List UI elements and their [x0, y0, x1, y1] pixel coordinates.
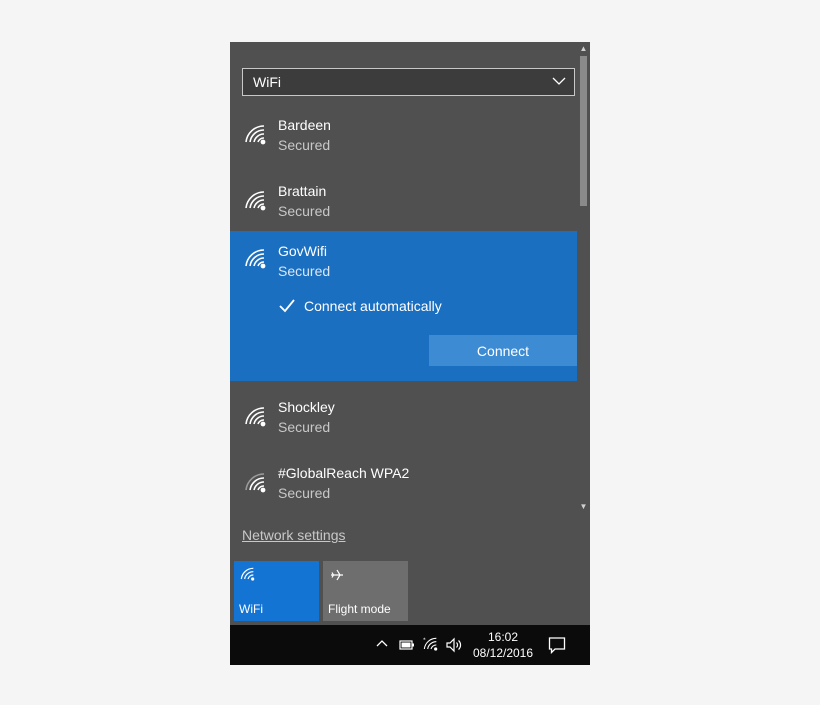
network-item-bardeen[interactable]: Bardeen Secured: [230, 108, 577, 174]
network-name: Brattain: [278, 183, 327, 199]
chevron-up-icon[interactable]: [376, 638, 388, 650]
volume-icon[interactable]: [445, 637, 463, 653]
network-name: Bardeen: [278, 117, 331, 133]
scroll-up-icon[interactable]: ▲: [579, 44, 588, 53]
scroll-down-icon[interactable]: ▼: [579, 502, 588, 511]
wifi-icon[interactable]: *: [423, 637, 439, 653]
network-flyout: WiFi Bardeen Secured Brattain Secured Go…: [230, 42, 590, 625]
wifi-signal-icon: [245, 191, 266, 211]
airplane-icon: [331, 569, 343, 581]
quick-action-label: WiFi: [239, 602, 263, 616]
network-settings-link[interactable]: Network settings: [242, 527, 345, 543]
clock[interactable]: 16:02 08/12/2016: [472, 629, 534, 661]
wifi-signal-icon: [245, 125, 266, 145]
battery-icon[interactable]: [399, 639, 415, 651]
network-name: GovWifi: [278, 243, 327, 259]
checkmark-icon: [279, 299, 295, 313]
wifi-icon: [240, 567, 255, 581]
action-center-icon[interactable]: [548, 636, 566, 654]
network-status: Secured: [278, 137, 331, 153]
svg-text:*: *: [423, 638, 426, 644]
wifi-quick-action[interactable]: WiFi: [234, 561, 319, 621]
network-item-globalreach[interactable]: #GlobalReach WPA2 Secured: [230, 456, 577, 522]
network-item-shockley[interactable]: Shockley Secured: [230, 390, 577, 456]
wifi-signal-icon: [245, 473, 266, 493]
taskbar: * 16:02 08/12/2016: [230, 625, 590, 665]
dropdown-value: WiFi: [253, 74, 281, 90]
network-item-govwifi[interactable]: GovWifi Secured Connect automatically Co…: [230, 231, 590, 381]
network-status: Secured: [278, 263, 331, 279]
network-name: #GlobalReach WPA2: [278, 465, 410, 481]
network-status: Secured: [278, 485, 331, 501]
network-type-dropdown[interactable]: WiFi: [242, 68, 575, 96]
connect-automatically-label: Connect automatically: [304, 298, 442, 314]
network-name: Shockley: [278, 399, 335, 415]
connect-button[interactable]: Connect: [429, 335, 577, 366]
quick-action-label: Flight mode: [328, 602, 391, 616]
wifi-signal-icon: [245, 249, 266, 269]
scrollbar[interactable]: ▲ ▼: [577, 42, 590, 517]
scrollbar-thumb[interactable]: [580, 56, 587, 206]
flight-mode-quick-action[interactable]: Flight mode: [323, 561, 408, 621]
wifi-signal-icon: [245, 407, 266, 427]
clock-date: 08/12/2016: [472, 646, 534, 660]
network-status: Secured: [278, 203, 331, 219]
chevron-down-icon: [552, 77, 566, 85]
network-status: Secured: [278, 419, 331, 435]
connect-automatically-checkbox[interactable]: Connect automatically: [278, 297, 442, 315]
clock-time: 16:02: [487, 630, 519, 644]
